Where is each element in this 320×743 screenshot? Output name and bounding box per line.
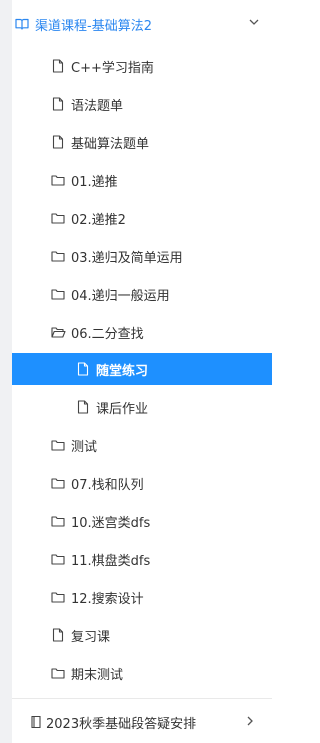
file-icon bbox=[50, 134, 66, 150]
tree-item[interactable]: 期末测试 bbox=[50, 658, 123, 688]
folder-icon bbox=[50, 665, 66, 681]
tree-item-label: 复习课 bbox=[71, 629, 111, 645]
tree-item-label: 02.递推2 bbox=[71, 212, 126, 228]
tree-item-label: 11.棋盘类dfs bbox=[71, 553, 151, 569]
tree-item[interactable]: 12.搜索设计 bbox=[50, 582, 144, 612]
tree-item[interactable]: 07.栈和队列 bbox=[50, 468, 144, 498]
folder-icon bbox=[50, 551, 66, 567]
tree-item-label: 03.递归及简单运用 bbox=[71, 250, 183, 266]
tree-item[interactable]: 语法题单 bbox=[50, 89, 123, 119]
tree-item-label: 语法题单 bbox=[71, 98, 124, 114]
tree-item[interactable]: 课后作业 bbox=[75, 392, 148, 422]
tree-item[interactable]: 01.递推 bbox=[50, 165, 118, 195]
file-icon bbox=[50, 96, 66, 112]
tree-item-label: 06.二分查找 bbox=[71, 326, 144, 342]
tree-item[interactable]: 11.棋盘类dfs bbox=[50, 544, 150, 574]
course-title: 渠道课程-基础算法2 bbox=[35, 18, 152, 34]
tree-item[interactable]: 06.二分查找 bbox=[50, 317, 144, 347]
folder-icon bbox=[50, 475, 66, 491]
folder-icon bbox=[50, 513, 66, 529]
tree-item[interactable]: 随堂练习 bbox=[75, 354, 148, 384]
folder-open-icon bbox=[50, 324, 66, 340]
book-icon bbox=[30, 715, 42, 729]
footer-title: 2023秋季基础段答疑安排 bbox=[46, 716, 197, 732]
course-header[interactable]: 渠道课程-基础算法2 bbox=[12, 4, 272, 44]
tree-item-label: 基础算法题单 bbox=[71, 136, 150, 152]
file-icon bbox=[75, 399, 91, 415]
tree-item[interactable]: C++学习指南 bbox=[50, 51, 154, 81]
folder-icon bbox=[50, 286, 66, 302]
tree-item[interactable]: 复习课 bbox=[50, 620, 110, 650]
book-open-icon bbox=[15, 18, 29, 30]
course-footer[interactable]: 2023秋季基础段答疑安排 bbox=[0, 705, 272, 739]
file-icon bbox=[75, 361, 91, 377]
file-icon bbox=[50, 627, 66, 643]
divider bbox=[12, 698, 272, 699]
folder-icon bbox=[50, 589, 66, 605]
tree-item[interactable]: 测试 bbox=[50, 430, 97, 460]
folder-icon bbox=[50, 437, 66, 453]
chevron-right-icon[interactable] bbox=[244, 715, 256, 727]
tree-item-label: 01.递推 bbox=[71, 174, 118, 190]
tree-item-label: 07.栈和队列 bbox=[71, 477, 144, 493]
tree-item-label: C++学习指南 bbox=[71, 60, 154, 76]
tree-item-label: 04.递归一般运用 bbox=[71, 288, 170, 304]
tree-item[interactable]: 02.递推2 bbox=[50, 203, 126, 233]
folder-icon bbox=[50, 248, 66, 264]
folder-icon bbox=[50, 210, 66, 226]
chevron-down-icon[interactable] bbox=[248, 16, 260, 28]
tree-item[interactable]: 03.递归及简单运用 bbox=[50, 241, 183, 271]
tree-item-label: 课后作业 bbox=[96, 401, 149, 417]
tree-item[interactable]: 10.迷宫类dfs bbox=[50, 506, 150, 536]
tree-item-label: 12.搜索设计 bbox=[71, 591, 144, 607]
tree-item-label: 10.迷宫类dfs bbox=[71, 515, 151, 531]
file-icon bbox=[50, 58, 66, 74]
tree-item-label: 测试 bbox=[71, 439, 98, 455]
folder-icon bbox=[50, 172, 66, 188]
tree-item-label: 期末测试 bbox=[71, 667, 124, 683]
tree-item-label: 随堂练习 bbox=[96, 363, 149, 379]
tree-item[interactable]: 基础算法题单 bbox=[50, 127, 149, 157]
tree-item[interactable]: 04.递归一般运用 bbox=[50, 279, 170, 309]
left-gutter bbox=[0, 0, 12, 743]
